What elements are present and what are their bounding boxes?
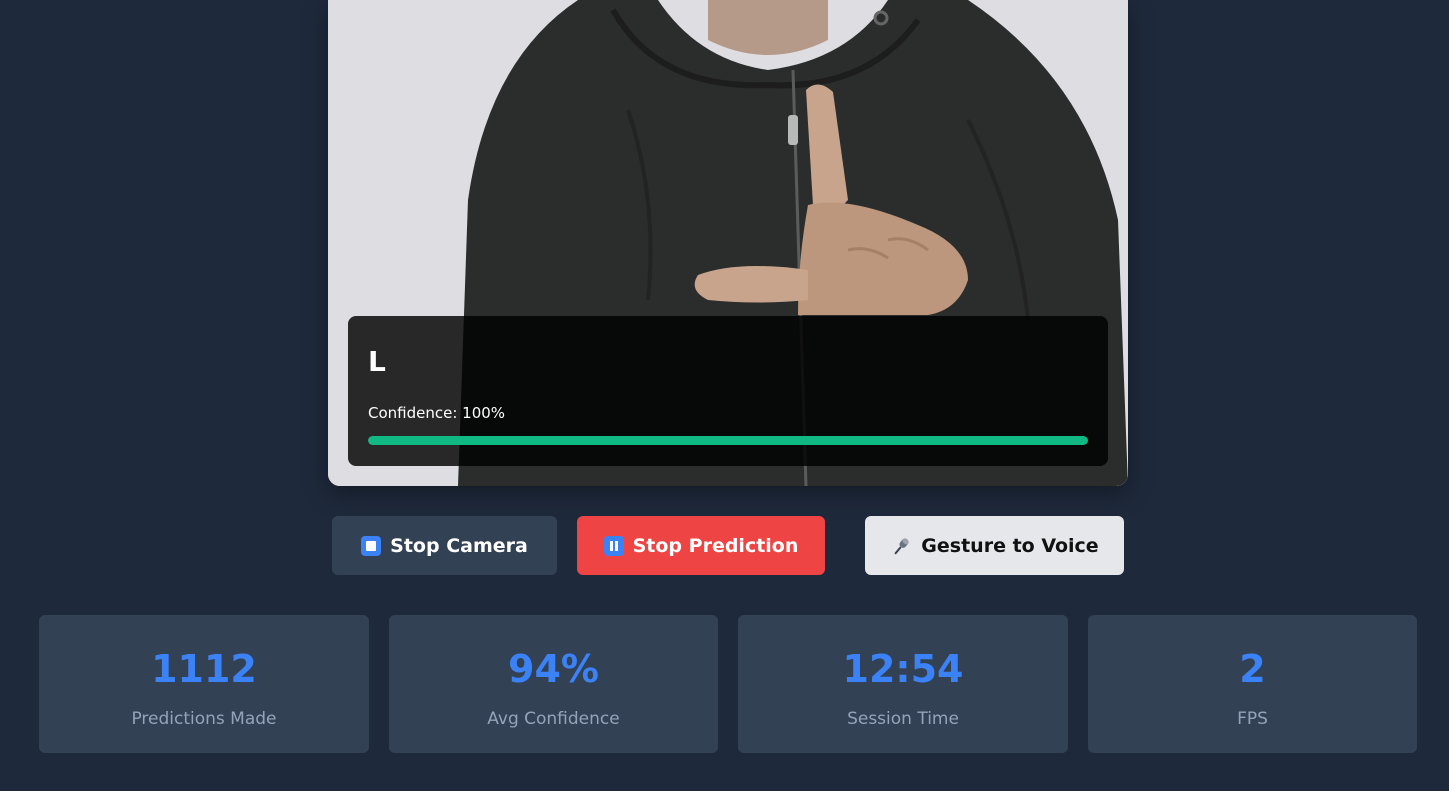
stat-avg-confidence: 94% Avg Confidence [389, 615, 718, 753]
pause-icon [603, 535, 624, 556]
microphone-icon [894, 537, 910, 554]
gesture-to-voice-button[interactable]: Gesture to Voice [865, 516, 1124, 575]
stat-value: 2 [1239, 647, 1266, 691]
stat-fps: 2 FPS [1088, 615, 1417, 753]
stop-icon [361, 535, 382, 556]
stop-camera-button[interactable]: Stop Camera [332, 516, 557, 575]
confidence-bar [368, 436, 1088, 445]
stop-camera-label: Stop Camera [390, 534, 528, 557]
camera-feed: L Confidence: 100% [328, 0, 1128, 486]
stop-prediction-label: Stop Prediction [632, 534, 799, 557]
stat-label: FPS [1237, 709, 1268, 729]
gesture-to-voice-label: Gesture to Voice [921, 534, 1099, 557]
stat-label: Avg Confidence [487, 709, 620, 729]
stat-value: 1112 [151, 647, 257, 691]
stat-value: 12:54 [842, 647, 964, 691]
confidence-bar-fill [368, 436, 1088, 445]
app-page: L Confidence: 100% Stop Camera Stop Pred… [0, 0, 1449, 791]
confidence-label: Confidence: 100% [368, 404, 506, 422]
stat-predictions-made: 1112 Predictions Made [39, 615, 369, 753]
stat-label: Session Time [847, 709, 959, 729]
stat-session-time: 12:54 Session Time [738, 615, 1068, 753]
prediction-overlay: L Confidence: 100% [348, 316, 1108, 466]
stat-value: 94% [508, 647, 599, 691]
predicted-letter: L [368, 345, 386, 378]
stat-label: Predictions Made [131, 709, 277, 729]
stop-prediction-button[interactable]: Stop Prediction [577, 516, 825, 575]
